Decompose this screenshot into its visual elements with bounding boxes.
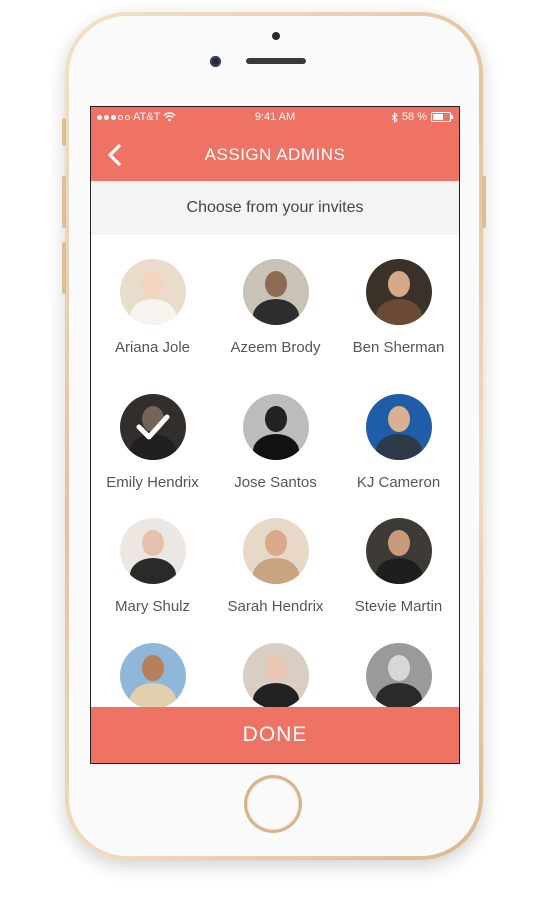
done-label: DONE [242, 723, 308, 746]
invite-item[interactable]: Mary Shulz [91, 518, 214, 615]
status-bar: AT&T 9:41 AM 58 % [91, 107, 459, 129]
invite-name: KJ Cameron [356, 474, 441, 491]
app-screen: AT&T 9:41 AM 58 % ASSIGN ADMINS Choose f… [90, 106, 460, 764]
navigation-bar: ASSIGN ADMINS [91, 129, 459, 181]
proximity-sensor [272, 32, 280, 40]
power-button [482, 176, 486, 228]
avatar [119, 394, 186, 460]
mute-switch [62, 118, 66, 146]
avatar [242, 259, 309, 325]
avatar [119, 259, 186, 325]
invite-item[interactable]: KJ Cameron [337, 394, 459, 491]
avatar [365, 518, 432, 584]
volume-up-button [62, 176, 66, 228]
instructions-banner: Choose from your invites [91, 181, 459, 235]
earpiece-speaker [246, 58, 306, 64]
invite-item[interactable] [214, 643, 337, 709]
invite-item[interactable]: Ariana Jole [91, 259, 214, 356]
avatar [365, 259, 432, 325]
battery-percent: 58 % [401, 111, 427, 123]
invite-name: Mary Shulz [114, 598, 191, 615]
avatar [119, 643, 186, 709]
invite-name: Azeem Brody [230, 339, 321, 356]
invite-item[interactable] [337, 643, 459, 709]
avatar [242, 643, 309, 709]
avatar [365, 643, 432, 709]
invite-item[interactable]: Azeem Brody [214, 259, 337, 356]
avatar [242, 518, 309, 584]
invite-name: Emily Hendrix [106, 474, 199, 491]
invite-name: Sarah Hendrix [227, 598, 324, 615]
invite-name: Jose Santos [234, 474, 317, 491]
volume-down-button [62, 242, 66, 294]
invite-item[interactable]: Jose Santos [214, 394, 337, 491]
instructions-text: Choose from your invites [186, 199, 364, 216]
invite-name: Ben Sherman [352, 339, 445, 356]
battery-icon [431, 112, 453, 122]
bluetooth-icon [391, 111, 398, 123]
invite-name: Stevie Martin [354, 598, 443, 615]
selected-check-icon [119, 394, 186, 460]
page-title: ASSIGN ADMINS [204, 145, 346, 164]
home-button[interactable] [247, 778, 299, 830]
invite-name: Ariana Jole [114, 339, 191, 356]
invite-item[interactable]: Emily Hendrix [91, 394, 214, 491]
invite-item[interactable]: Stevie Martin [337, 518, 459, 615]
invite-item[interactable]: Sarah Hendrix [214, 518, 337, 615]
avatar [365, 394, 432, 460]
invite-item[interactable] [91, 643, 214, 709]
avatar [119, 518, 186, 584]
done-button[interactable]: DONE [91, 707, 459, 763]
front-camera [210, 56, 221, 67]
invites-grid: Ariana Jole Azeem Brody Ben Sherman Emily H… [91, 235, 459, 709]
invite-item[interactable]: Ben Sherman [337, 259, 459, 356]
avatar [242, 394, 309, 460]
